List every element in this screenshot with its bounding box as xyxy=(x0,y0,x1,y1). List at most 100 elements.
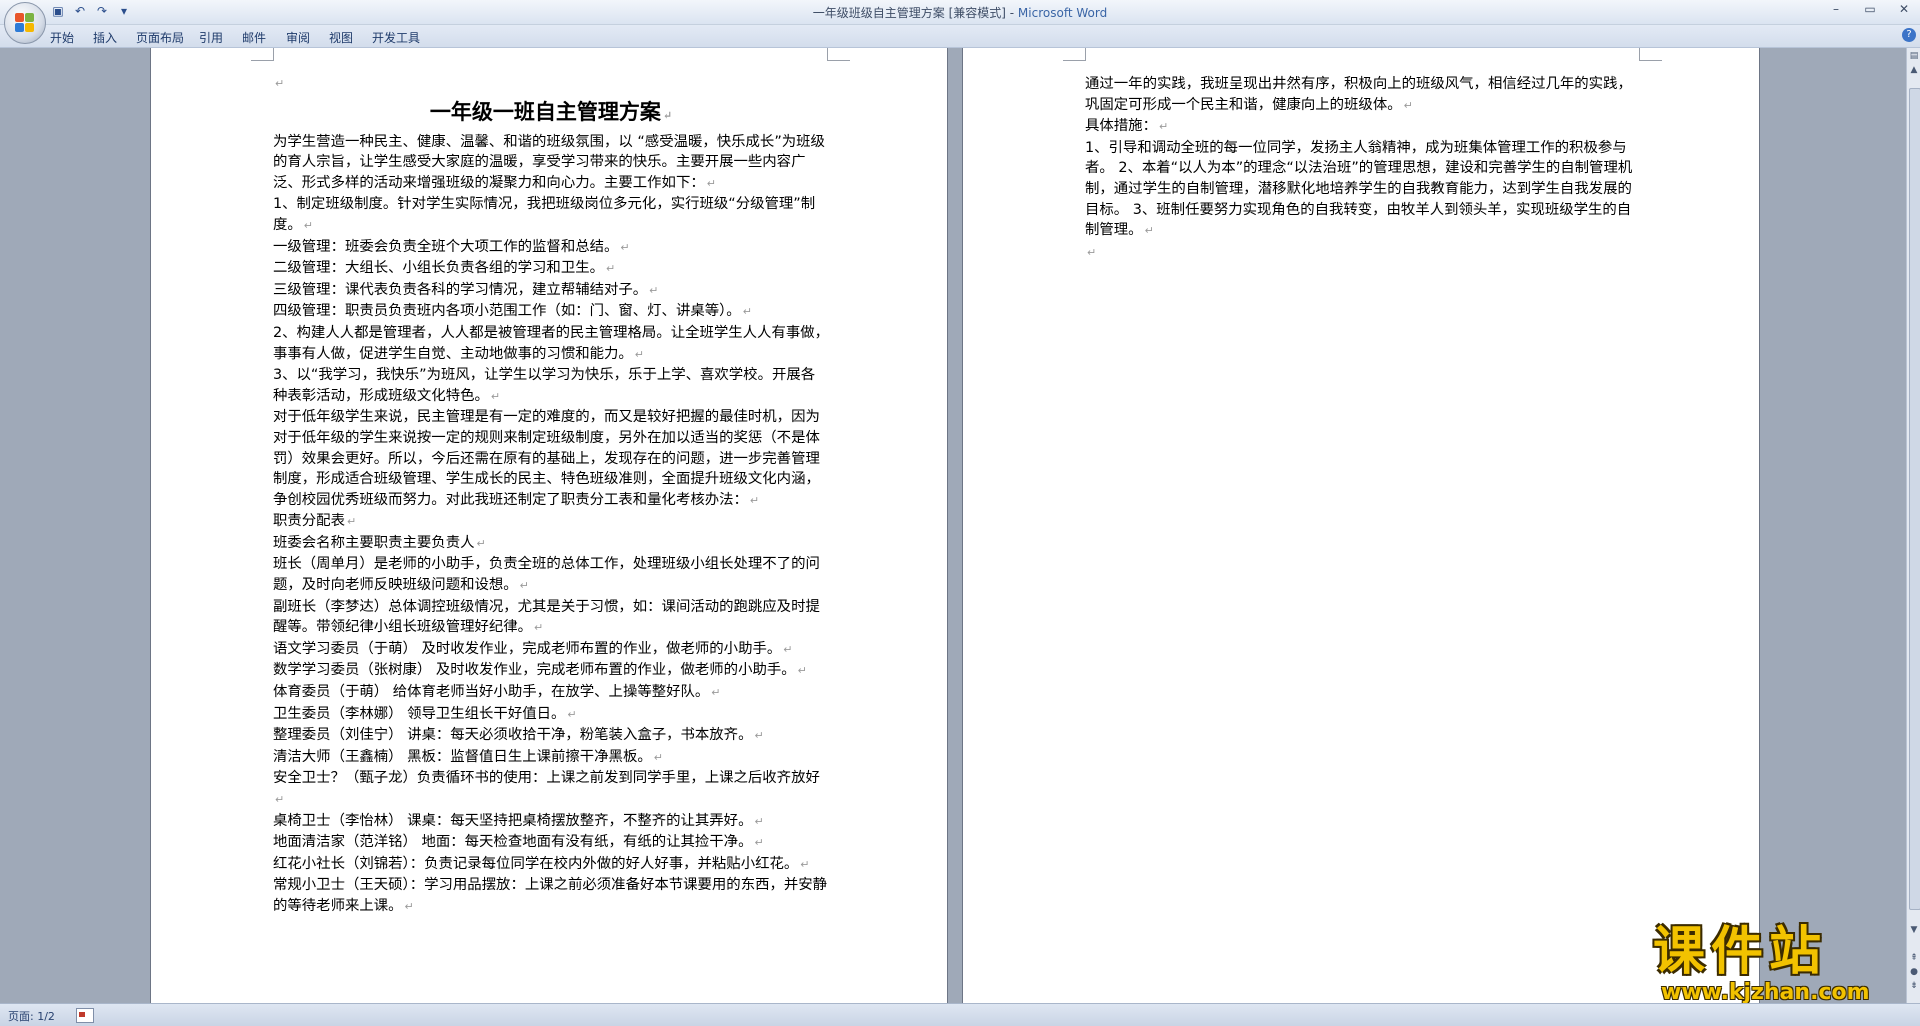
paragraph-mark-icon: ↵ xyxy=(711,686,721,700)
document-page-2[interactable]: 通过一年的实践，我班呈现出井然有序，积极向上的班级风气，相信经过几年的实践，巩固… xyxy=(962,48,1760,1003)
paragraph-text: 整理委员（刘佳宁） 讲桌：每天必须收拾干净，粉笔装入盒子，书本放齐。 xyxy=(273,727,753,744)
paragraph-mark-icon: ↵ xyxy=(634,347,644,361)
paragraph-mark-icon: ↵ xyxy=(754,729,764,743)
paragraph-mark-icon: ↵ xyxy=(567,707,577,721)
paragraph-text: 一级管理：班委会负责全班个大项工作的监督和总结。 xyxy=(273,238,619,255)
paragraph-text: 为学生营造一种民主、健康、温馨、和谐的班级氛围，以 “感受温暖，快乐成长”为班级… xyxy=(273,133,825,191)
scroll-down-icon[interactable]: ▼ xyxy=(1908,924,1920,936)
vertical-scrollbar[interactable]: ▤ ▲ ▼ ⇞ ● ⇟ xyxy=(1906,48,1920,1003)
paragraph: 2、构建人人都是管理者，人人都是被管理者的民主管理格局。让全班学生人人有事做，事… xyxy=(273,323,829,365)
proofing-status-icon[interactable] xyxy=(76,1008,94,1023)
paragraph-mark-icon: ↵ xyxy=(519,579,529,593)
margin-corner-marker xyxy=(251,48,274,61)
ribbon-tabs: 开始 插入 页面布局 引用 邮件 审阅 视图 开发工具 ? xyxy=(0,25,1920,48)
paragraph-mark-icon: ↵ xyxy=(754,836,764,850)
paragraph-text: 通过一年的实践，我班呈现出井然有序，积极向上的班级风气，相信经过几年的实践，巩固… xyxy=(1085,76,1632,113)
status-bar: 页面: 1/2 xyxy=(0,1003,1920,1026)
paragraph: 红花小社长（刘锦若）：负责记录每位同学在校内外做的好人好事，并粘贴小红花。 ↵ xyxy=(273,854,829,876)
paragraph: 具体措施： ↵ xyxy=(1085,116,1641,138)
paragraph: 整理委员（刘佳宁） 讲桌：每天必须收拾干净，粉笔装入盒子，书本放齐。 ↵ xyxy=(273,725,829,747)
paragraph-text: 常规小卫士（王天硕）：学习用品摆放：上课之前必须准备好本节课要用的东西，并安静的… xyxy=(273,877,828,914)
paragraph-text: 副班长（李梦达）总体调控班级情况，尤其是关于习惯，如：课间活动的跑跳应及时提醒等… xyxy=(273,598,820,636)
tab-insert[interactable]: 插入 xyxy=(93,29,117,46)
paragraph-mark-icon: ↵ xyxy=(649,283,659,297)
paragraph: 卫生委员（李林娜） 领导卫生组长干好值日。 ↵ xyxy=(273,704,829,726)
minimize-icon[interactable]: – xyxy=(1826,2,1846,16)
paragraph-mark-icon: ↵ xyxy=(706,176,716,190)
paragraph: ↵ xyxy=(1085,242,1641,264)
paragraph-text: 清洁大师（王鑫楠） 黑板：监督值日生上课前擦干净黑板。 xyxy=(273,748,652,765)
paragraph-text: 二级管理：大组长、小组长负责各组的学习和卫生。 xyxy=(273,260,604,277)
paragraph: 职责分配表 ↵ xyxy=(273,511,829,533)
page-1-paragraphs: 为学生营造一种民主、健康、温馨、和谐的班级氛围，以 “感受温暖，快乐成长”为班级… xyxy=(273,132,829,918)
paragraph: 为学生营造一种民主、健康、温馨、和谐的班级氛围，以 “感受温暖，快乐成长”为班级… xyxy=(273,132,829,195)
paragraph-mark-icon: ↵ xyxy=(754,814,764,828)
browse-object-icon[interactable]: ● xyxy=(1908,966,1920,978)
tab-mailings[interactable]: 邮件 xyxy=(242,29,266,46)
paragraph-mark-icon: ↵ xyxy=(275,793,285,806)
paragraph-text: 桌椅卫士（李怡林） 课桌：每天坚持把桌椅摆放整齐，不整齐的让其弄好。 xyxy=(273,812,753,829)
paragraph-mark-icon: ↵ xyxy=(620,240,630,254)
paragraph-text: 2、构建人人都是管理者，人人都是被管理者的民主管理格局。让全班学生人人有事做，事… xyxy=(273,324,830,362)
paragraph-text: 1、引导和调动全班的每一位同学，发扬主人翁精神，成为班集体管理工作的积极参与者。… xyxy=(1085,139,1633,239)
margin-corner-marker xyxy=(1063,48,1086,61)
margin-corner-marker xyxy=(1639,48,1662,61)
paragraph: 1、制定班级制度。针对学生实际情况，我把班级岗位多元化，实行班级“分级管理”制度… xyxy=(273,194,829,236)
site-watermark: 课件站 www.kjzhan.com xyxy=(1653,922,1898,1005)
paragraph-mark-icon: ↵ xyxy=(1144,224,1154,238)
next-page-icon[interactable]: ⇟ xyxy=(1908,980,1920,992)
paragraph-mark-icon: ↵ xyxy=(404,899,414,913)
paragraph-mark-icon: ↵ xyxy=(1158,120,1169,134)
page-2-body: 通过一年的实践，我班呈现出井然有序，积极向上的班级风气，相信经过几年的实践，巩固… xyxy=(1085,74,1641,263)
paragraph-text: 班长（周单月）是老师的小助手，负责全班的总体工作，处理班级小组长处理不了的问题，… xyxy=(273,556,820,594)
scroll-up-icon[interactable]: ▲ xyxy=(1908,64,1920,76)
paragraph-text: 语文学习委员（于萌） 及时收发作业，完成老师布置的作业，做老师的小助手。 xyxy=(273,640,782,657)
paragraph-mark-icon: ↵ xyxy=(346,515,357,529)
paragraph: 三级管理：课代表负责各科的学习情况，建立帮辅结对子。 ↵ xyxy=(273,280,829,302)
paragraph-mark-icon: ↵ xyxy=(749,493,760,507)
maximize-icon[interactable]: ▭ xyxy=(1860,2,1880,16)
app-name: Microsoft Word xyxy=(1017,6,1108,20)
help-icon[interactable]: ? xyxy=(1902,28,1916,42)
page-2-paragraphs: 通过一年的实践，我班呈现出井然有序，积极向上的班级风气，相信经过几年的实践，巩固… xyxy=(1085,74,1641,263)
previous-page-icon[interactable]: ⇞ xyxy=(1908,952,1920,964)
paragraph: 通过一年的实践，我班呈现出井然有序，积极向上的班级风气，相信经过几年的实践，巩固… xyxy=(1085,74,1641,116)
document-title: 一年级班级自主管理方案 [兼容模式] - xyxy=(812,6,1018,20)
office-button[interactable] xyxy=(4,2,46,44)
tab-references[interactable]: 引用 xyxy=(199,29,223,46)
close-icon[interactable]: ✕ xyxy=(1894,2,1914,16)
tab-review[interactable]: 审阅 xyxy=(286,29,310,46)
page-indicator[interactable]: 页面: 1/2 xyxy=(8,1008,55,1024)
paragraph-mark-icon: ↵ xyxy=(490,389,501,403)
paragraph-text: 3、以“我学习，我快乐”为班风，让学生以学习为快乐，乐于上学、喜欢学校。开展各种… xyxy=(273,367,816,404)
paragraph: 3、以“我学习，我快乐”为班风，让学生以学习为快乐，乐于上学、喜欢学校。开展各种… xyxy=(273,365,829,407)
paragraph-mark-icon: ↵ xyxy=(742,305,752,319)
paragraph-mark-icon: ↵ xyxy=(783,642,793,656)
paragraph-mark-icon: ↵ xyxy=(797,664,807,678)
watermark-url: www.kjzhan.com xyxy=(1661,980,1870,1005)
ruler-toggle-icon[interactable]: ▤ xyxy=(1908,50,1920,62)
paragraph: 班委会名称主要职责主要负责人 ↵ xyxy=(273,533,829,555)
tab-home[interactable]: 开始 xyxy=(50,29,74,46)
paragraph: 班长（周单月）是老师的小助手，负责全班的总体工作，处理班级小组长处理不了的问题，… xyxy=(273,554,829,596)
paragraph: 四级管理：职责员负责班内各项小范围工作（如：门、窗、灯、讲桌等）。 ↵ xyxy=(273,301,829,323)
tab-view[interactable]: 视图 xyxy=(329,29,353,46)
paragraph: 地面清洁家（范洋铭） 地面：每天检查地面有没有纸，有纸的让其捡干净。 ↵ xyxy=(273,832,829,854)
paragraph-text: 1、制定班级制度。针对学生实际情况，我把班级岗位多元化，实行班级“分级管理”制度… xyxy=(273,196,816,233)
paragraph: 桌椅卫士（李怡林） 课桌：每天坚持把桌椅摆放整齐，不整齐的让其弄好。 ↵ xyxy=(273,811,829,833)
paragraph: 清洁大师（王鑫楠） 黑板：监督值日生上课前擦干净黑板。 ↵ xyxy=(273,747,829,769)
title-bar: ▣ ↶ ↷ ▾ 一年级班级自主管理方案 [兼容模式] - Microsoft W… xyxy=(0,0,1920,25)
document-area: ↵ 一年级一班自主管理方案 ↵ 为学生营造一种民主、健康、温馨、和谐的班级氛围，以… xyxy=(0,48,1906,1003)
document-page-1[interactable]: ↵ 一年级一班自主管理方案 ↵ 为学生营造一种民主、健康、温馨、和谐的班级氛围，以… xyxy=(150,48,948,1003)
watermark-text: 课件站 xyxy=(1653,922,1828,982)
paragraph-mark-icon: ↵ xyxy=(662,108,673,122)
paragraph: 对于低年级学生来说，民主管理是有一定的难度的，而又是较好把握的最佳时机，因为对于… xyxy=(273,407,829,511)
paragraph-mark-icon: ↵ xyxy=(534,621,544,635)
paragraph-text: 班委会名称主要职责主要负责人 xyxy=(273,534,475,551)
paragraph: 二级管理：大组长、小组长负责各组的学习和卫生。 ↵ xyxy=(273,258,829,280)
tab-developer[interactable]: 开发工具 xyxy=(372,29,420,46)
scrollbar-thumb[interactable] xyxy=(1909,88,1920,910)
paragraph-text: 数学学习委员（张树康） 及时收发作业，完成老师布置的作业，做老师的小助手。 xyxy=(273,662,796,679)
paragraph-mark-icon: ↵ xyxy=(653,750,663,764)
tab-page-layout[interactable]: 页面布局 xyxy=(136,29,184,46)
